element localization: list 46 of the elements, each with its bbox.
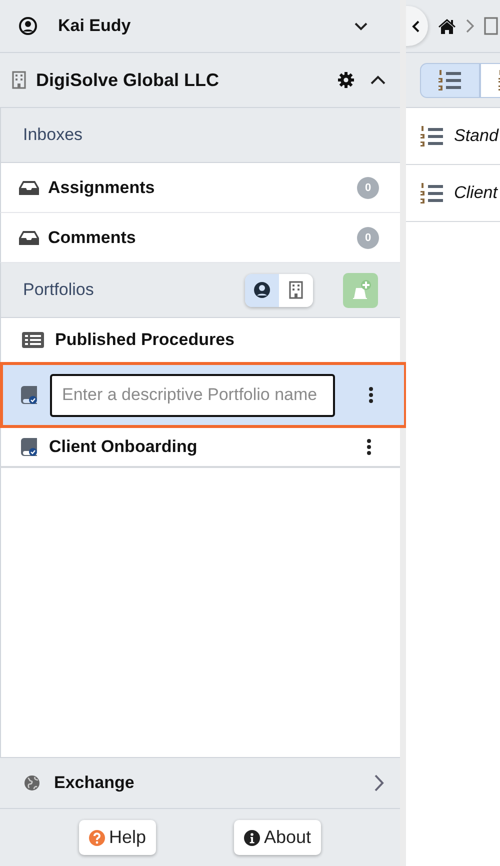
chevron-right-icon[interactable] <box>374 774 384 792</box>
collapse-button[interactable] <box>406 6 428 46</box>
inbox-tray-icon <box>19 230 39 246</box>
organization-name: DigiSolve Global LLC <box>36 70 220 90</box>
info-icon <box>244 830 260 846</box>
user-icon <box>19 17 37 35</box>
book-icon <box>19 385 39 405</box>
building-icon <box>12 71 26 89</box>
inbox-item[interactable]: Comments <box>48 228 348 248</box>
chevron-right-icon <box>466 19 474 33</box>
globe-icon <box>24 775 40 791</box>
document-icon <box>484 17 498 35</box>
count-badge: 0 <box>357 176 379 198</box>
portfolio-item[interactable]: Enter a descriptive Portfolio name <box>0 362 407 428</box>
section-title: Portfolios <box>23 280 95 300</box>
chevron-down-icon[interactable] <box>354 22 368 30</box>
portfolio-name-field[interactable]: Enter a descriptive Portfolio name <box>50 374 335 416</box>
user-icon <box>253 281 271 299</box>
numbered-list-icon <box>438 69 462 91</box>
view-toggle[interactable] <box>420 62 480 98</box>
portfolio-item[interactable]: Client Onboarding <box>0 428 400 468</box>
inbox-item[interactable]: Assignments <box>48 178 348 198</box>
list-icon <box>21 331 45 349</box>
scope-toggle[interactable] <box>245 274 279 306</box>
section-title: Inboxes <box>23 125 84 145</box>
book-icon <box>19 437 39 457</box>
numbered-list-icon <box>420 125 444 147</box>
help-button[interactable]: Help <box>78 820 156 855</box>
numbered-list-icon <box>420 182 444 204</box>
building-icon <box>289 281 303 299</box>
help-icon <box>88 830 105 846</box>
user-name: Kai Eudy <box>58 16 132 36</box>
about-button[interactable]: About <box>234 820 321 855</box>
chevron-left-icon <box>412 20 420 32</box>
procedure-title[interactable]: Client <box>454 183 498 203</box>
more-options-icon[interactable] <box>366 438 372 456</box>
portfolio-name: Client Onboarding <box>49 437 198 457</box>
procedure-title[interactable]: Stand <box>454 126 498 146</box>
inbox-tray-icon <box>19 180 39 196</box>
more-options-icon[interactable] <box>368 386 374 404</box>
portfolio-name: Published Procedures <box>55 330 236 350</box>
home-icon[interactable] <box>438 18 456 34</box>
count-badge: 0 <box>357 226 379 248</box>
settings-icon[interactable] <box>338 72 354 88</box>
scope-toggle[interactable] <box>279 274 313 306</box>
chevron-up-icon[interactable] <box>370 75 386 85</box>
